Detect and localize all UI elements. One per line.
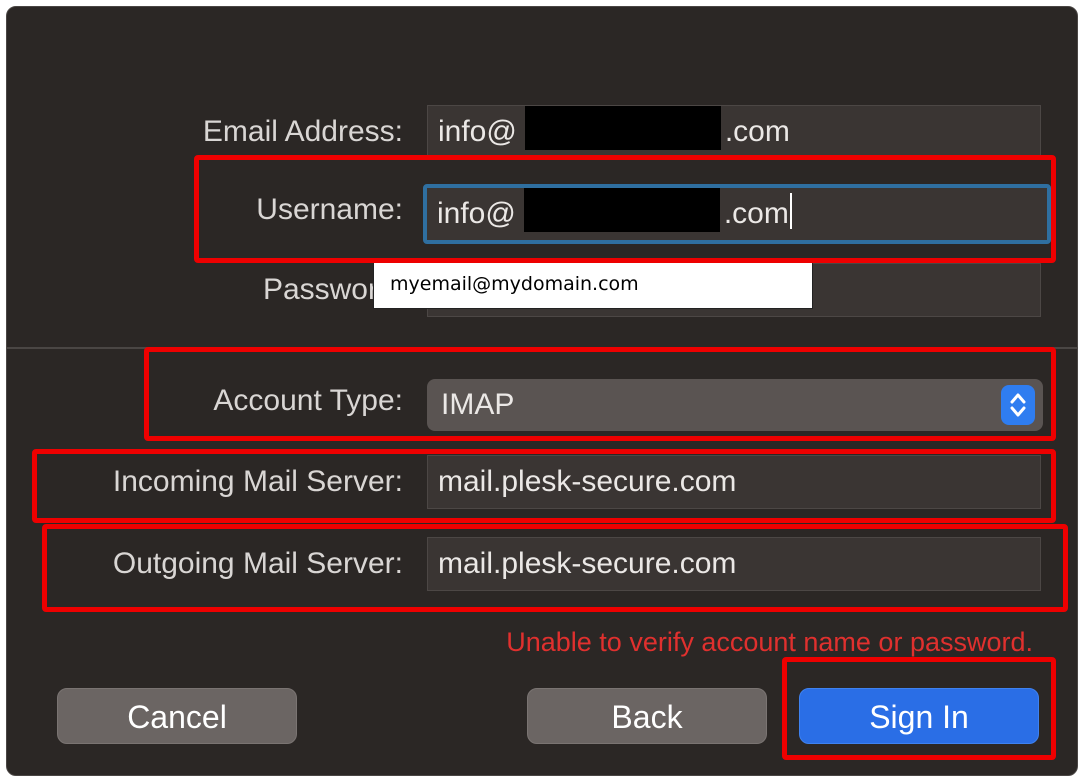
username-label: Username: [256,193,403,226]
incoming-server-field[interactable]: mail.plesk-secure.com [427,455,1041,509]
cancel-button[interactable]: Cancel [57,688,297,744]
username-prefix-text: info@ [437,197,516,230]
incoming-server-value: mail.plesk-secure.com [438,465,737,498]
username-field[interactable]: info@ .com [423,184,1051,244]
account-type-select[interactable]: IMAP [427,379,1043,431]
outgoing-server-label: Outgoing Mail Server: [112,547,403,580]
error-message: Unable to verify account name or passwor… [506,627,1033,657]
account-type-label: Account Type: [213,384,403,417]
redaction-bar [524,106,721,150]
email-suffix-text: .com [724,115,790,148]
incoming-server-label: Incoming Mail Server: [112,465,403,498]
text-caret [789,193,792,229]
back-button[interactable]: Back [527,688,767,744]
outgoing-server-value: mail.plesk-secure.com [438,547,737,580]
username-suffix-text: .com [723,197,789,230]
redaction-bar [523,188,720,232]
outgoing-server-field[interactable]: mail.plesk-secure.com [427,537,1041,591]
up-down-chevron-icon[interactable] [1001,385,1035,425]
email-address-field[interactable]: info@ .com [427,105,1041,159]
account-type-value: IMAP [441,388,515,421]
email-prefix-text: info@ [438,115,517,148]
section-divider [7,347,1077,349]
annotation-tooltip: myemail@mydomain.com [373,259,813,309]
sign-in-button[interactable]: Sign In [799,688,1039,744]
account-setup-dialog: Email Address: info@ .com Username: info@… [6,6,1078,776]
email-address-label: Email Address: [202,115,403,148]
